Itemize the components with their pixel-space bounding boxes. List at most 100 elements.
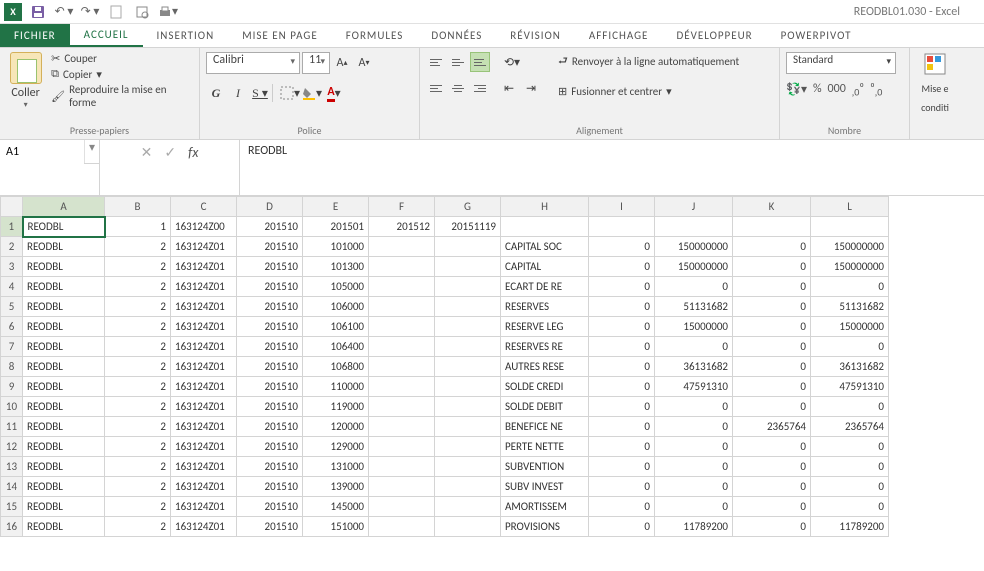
cell[interactable]: 0 (733, 237, 811, 257)
cell[interactable]: 0 (589, 277, 655, 297)
tab-données[interactable]: DONNÉES (417, 24, 496, 47)
select-all-corner[interactable] (1, 197, 23, 217)
align-middle-button[interactable] (448, 52, 468, 72)
cell[interactable]: 2 (105, 437, 171, 457)
row-header[interactable]: 9 (1, 377, 23, 397)
cell[interactable] (435, 377, 501, 397)
cell[interactable]: 0 (733, 277, 811, 297)
cell[interactable]: PERTE NETTE (501, 437, 589, 457)
copy-button[interactable]: ⧉Copier ▾ (51, 67, 193, 81)
cell[interactable]: REODBL (23, 497, 105, 517)
print-preview-icon[interactable] (132, 2, 152, 22)
row-header[interactable]: 11 (1, 417, 23, 437)
cell[interactable]: 201510 (237, 437, 303, 457)
cell[interactable]: 150000000 (655, 237, 733, 257)
cell[interactable]: 201510 (237, 477, 303, 497)
align-left-button[interactable] (426, 78, 446, 98)
cell[interactable]: 0 (733, 257, 811, 277)
cell[interactable]: 150000000 (811, 257, 889, 277)
cell[interactable]: 106100 (303, 317, 369, 337)
cell[interactable]: 2 (105, 337, 171, 357)
cell[interactable] (435, 477, 501, 497)
cell[interactable]: 0 (655, 417, 733, 437)
cell[interactable]: 0 (733, 377, 811, 397)
cell[interactable] (435, 337, 501, 357)
fill-color-button[interactable]: ▾ (302, 82, 322, 104)
font-name-combo[interactable]: Calibri (206, 52, 300, 74)
cell[interactable] (435, 437, 501, 457)
column-header[interactable]: F (369, 197, 435, 217)
row-header[interactable]: 6 (1, 317, 23, 337)
wrap-text-button[interactable]: ⮐Renvoyer à la ligne automatiquement (558, 52, 739, 71)
cell[interactable]: 0 (655, 477, 733, 497)
cell[interactable]: REODBL (23, 217, 105, 237)
cell[interactable] (369, 497, 435, 517)
cell[interactable]: 201510 (237, 517, 303, 537)
cell[interactable]: 0 (733, 317, 811, 337)
paste-button[interactable]: Coller ▾ (6, 52, 45, 110)
font-size-combo[interactable]: 11 (302, 52, 330, 74)
cell[interactable]: 110000 (303, 377, 369, 397)
cell[interactable]: 0 (733, 437, 811, 457)
cell[interactable]: 129000 (303, 437, 369, 457)
cell[interactable]: 201501 (303, 217, 369, 237)
tab-révision[interactable]: RÉVISION (496, 24, 575, 47)
cell[interactable]: 0 (589, 337, 655, 357)
underline-button[interactable]: S ▾ (250, 82, 270, 104)
row-header[interactable]: 1 (1, 217, 23, 237)
cell[interactable] (369, 297, 435, 317)
row-header[interactable]: 7 (1, 337, 23, 357)
cell[interactable]: BENEFICE NE (501, 417, 589, 437)
align-right-button[interactable] (470, 78, 490, 98)
decrease-font-icon[interactable]: A▾ (354, 52, 374, 74)
decrease-indent-button[interactable]: ⇤ (500, 78, 520, 98)
cell[interactable]: 20151119 (435, 217, 501, 237)
row-header[interactable]: 15 (1, 497, 23, 517)
cell[interactable]: 201510 (237, 217, 303, 237)
cell[interactable]: 0 (811, 397, 889, 417)
cell[interactable]: 120000 (303, 417, 369, 437)
column-header[interactable]: C (171, 197, 237, 217)
cell[interactable] (435, 517, 501, 537)
cell[interactable]: 201510 (237, 297, 303, 317)
cell[interactable] (369, 517, 435, 537)
cell[interactable]: REODBL (23, 437, 105, 457)
cell[interactable]: REODBL (23, 377, 105, 397)
cell[interactable]: REODBL (23, 277, 105, 297)
cell[interactable]: SUBV INVEST (501, 477, 589, 497)
cell[interactable] (435, 417, 501, 437)
italic-button[interactable]: I (228, 82, 248, 104)
cell[interactable]: 0 (811, 457, 889, 477)
cell[interactable] (435, 497, 501, 517)
cell[interactable]: 1 (105, 217, 171, 237)
cell[interactable] (435, 237, 501, 257)
cell[interactable]: 0 (589, 417, 655, 437)
cell[interactable]: 2 (105, 297, 171, 317)
cell[interactable]: REODBL (23, 517, 105, 537)
cell[interactable]: 119000 (303, 397, 369, 417)
cell[interactable]: 163124Z01 (171, 437, 237, 457)
cell[interactable] (435, 457, 501, 477)
cell[interactable]: CAPITAL (501, 257, 589, 277)
cell[interactable]: 163124Z01 (171, 257, 237, 277)
cell[interactable]: 201512 (369, 217, 435, 237)
cell[interactable]: 36131682 (655, 357, 733, 377)
cell[interactable]: 0 (655, 397, 733, 417)
cell[interactable]: 51131682 (655, 297, 733, 317)
cell[interactable] (369, 397, 435, 417)
undo-icon[interactable]: ↶ ▾ (54, 2, 74, 22)
save-icon[interactable] (28, 2, 48, 22)
cell[interactable]: 0 (655, 497, 733, 517)
cell[interactable]: REODBL (23, 477, 105, 497)
cell[interactable]: 11789200 (655, 517, 733, 537)
cell[interactable]: 15000000 (811, 317, 889, 337)
cell[interactable] (811, 217, 889, 237)
cell[interactable]: 201510 (237, 317, 303, 337)
cell[interactable]: 2365764 (811, 417, 889, 437)
cell[interactable] (369, 337, 435, 357)
cell[interactable]: RESERVES (501, 297, 589, 317)
border-button[interactable]: ▾ (280, 82, 300, 104)
cell[interactable] (369, 477, 435, 497)
cell[interactable]: 2 (105, 377, 171, 397)
cell[interactable]: 2 (105, 497, 171, 517)
